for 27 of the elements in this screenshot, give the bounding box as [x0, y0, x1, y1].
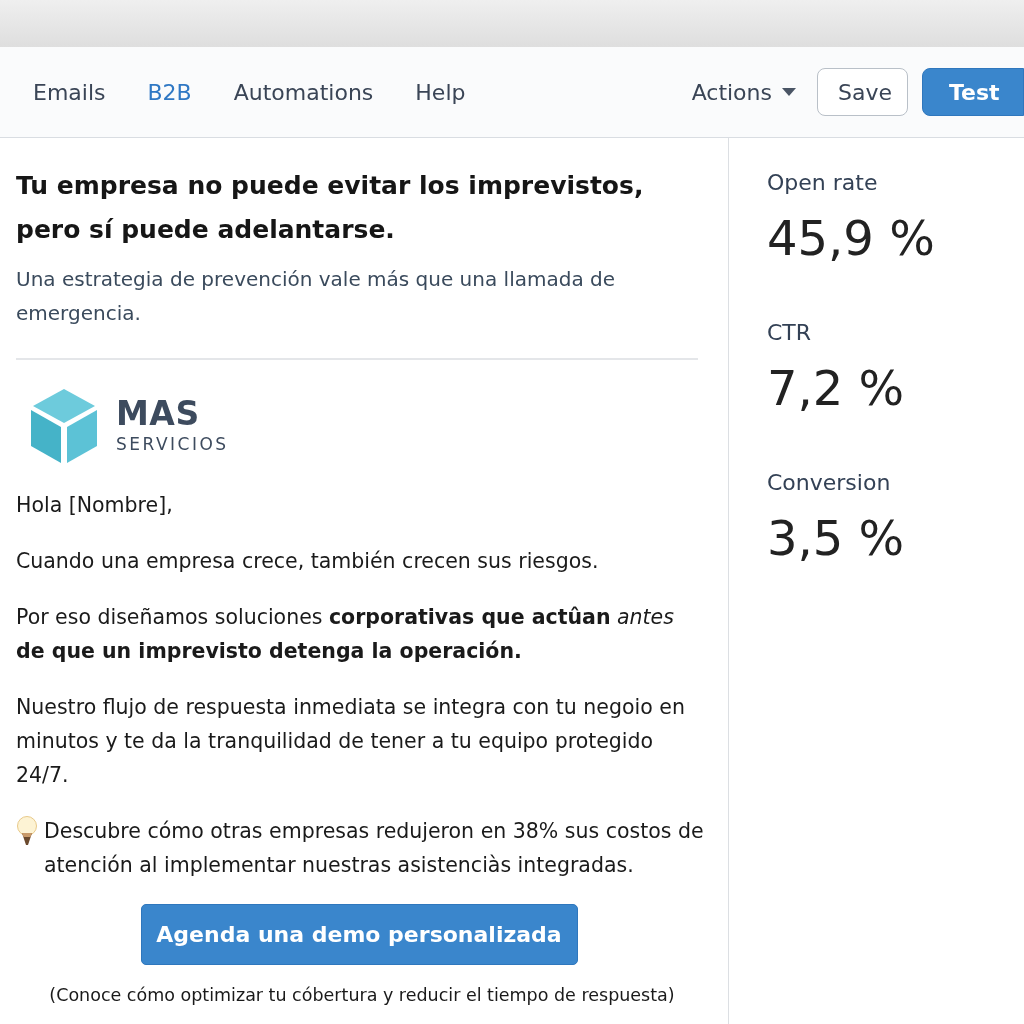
- caret-icon: [782, 88, 796, 96]
- metric-label: Conversion: [767, 469, 892, 497]
- metric-label: Open rate: [767, 169, 879, 197]
- email-subtitle: Una estrategia de prevención vale más que una llamada de emergencia.: [16, 266, 616, 327]
- save-button[interactable]: Save: [817, 68, 908, 116]
- email-headline: Tu empresa no puede evitar los imprevistos, pero sí puede adelantarse.: [16, 170, 645, 246]
- nav-tab[interactable]: Emails: [33, 79, 106, 105]
- actions-menu[interactable]: Actions: [691, 79, 796, 105]
- greeting-text: Hola [Nombre],: [16, 492, 174, 519]
- lightbulb-icon: [16, 816, 38, 846]
- nav-tab[interactable]: Automations: [233, 79, 374, 105]
- metric-value: 3,5 %: [767, 509, 906, 568]
- metric-value: 45,9 %: [767, 209, 936, 268]
- body-paragraph: Nuestro flujo de respuesta inmediata se integra con tu negoio en minutos y te da la tranquilidad de tener a tu equipo protegido 24/7.: [16, 694, 686, 789]
- body-paragraph: Cuando una empresa crece, también crecen sus riesgos.: [16, 548, 600, 575]
- cube-logo-icon: [30, 388, 98, 464]
- test-button[interactable]: Test: [922, 68, 1024, 116]
- logo-wordmark: MAS: [116, 397, 201, 431]
- nav-tab[interactable]: B2B: [147, 79, 192, 105]
- note-text: (Conoce cómo optimizar tu cóbertura y reducir el tiempo de respuesta): [48, 985, 676, 1005]
- logo-tagline: SERVICIOS: [116, 433, 229, 455]
- metric-label: CTR: [767, 319, 813, 347]
- tip-text: Descubre cómo otras empresas redujeron en 38% sus costos de atención al implementar nuestras asistenciàs integradas.: [44, 818, 705, 879]
- body-paragraph: Por eso diseñamos soluciones corporativas que actûan antes de que un imprevisto detenga la operación.: [16, 604, 675, 665]
- metric-value: 7,2 %: [767, 359, 906, 418]
- demo-button[interactable]: Agenda una demo personalizada: [140, 904, 578, 965]
- nav-tab[interactable]: Help: [415, 79, 466, 105]
